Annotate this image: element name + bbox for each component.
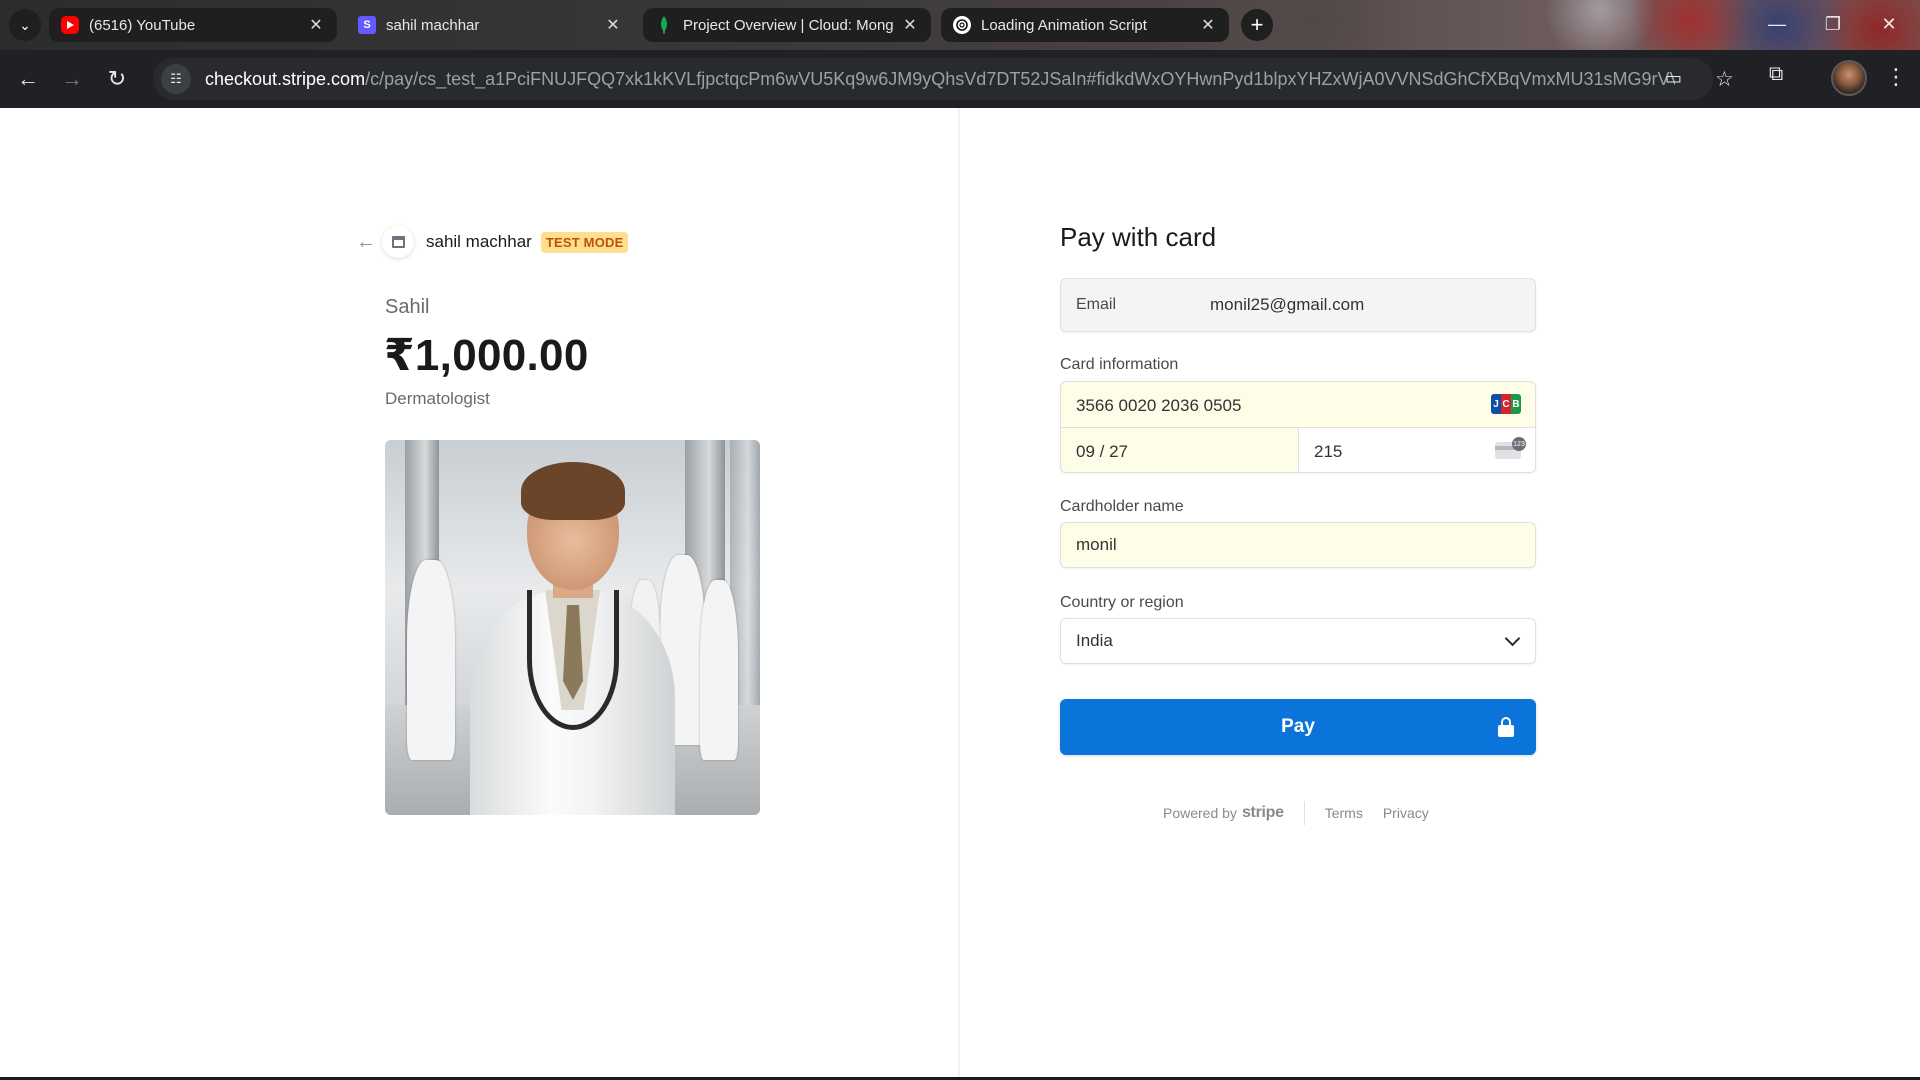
lock-icon (1498, 717, 1514, 737)
country-value: India (1076, 631, 1113, 650)
tab-chatgpt[interactable]: Loading Animation Script ✕ (941, 8, 1229, 42)
address-bar[interactable]: ☷ checkout.stripe.com/c/pay/cs_test_a1Pc… (153, 58, 1734, 100)
tab-title: sahil machhar (386, 16, 480, 34)
tab-stripe-checkout[interactable]: S sahil machhar ✕ (346, 8, 634, 42)
stripe-logo[interactable]: stripe (1242, 804, 1284, 822)
window-close-icon[interactable]: ✕ (1867, 8, 1911, 40)
mongodb-leaf-icon (655, 16, 673, 34)
pay-button-label: Pay (1281, 716, 1315, 737)
close-tab-icon[interactable]: ✕ (1199, 15, 1217, 35)
order-summary-pane: ← sahil machhar TEST MODE Sahil ₹1,000.0… (0, 108, 958, 1078)
jcb-card-brand-icon: JCB (1491, 394, 1521, 414)
url-host: checkout.stripe.com (205, 68, 366, 89)
extensions-puzzle-icon[interactable]: ⧉ (1769, 63, 1783, 86)
back-arrow-icon[interactable]: ← (356, 231, 382, 254)
product-image (385, 440, 760, 815)
url-path: /c/pay/cs_test_a1PciFNUJFQQ7xk1kKVLfjpct… (365, 68, 1675, 89)
youtube-icon (61, 16, 79, 34)
cvc-field[interactable]: 215 123 (1299, 428, 1535, 472)
restore-icon[interactable]: ❐ (1811, 8, 1855, 40)
product-price: ₹1,000.00 (384, 331, 589, 380)
card-autofill-icon[interactable]: ▭ (1665, 68, 1682, 89)
browser-toolbar: ← → ↻ ☷ checkout.stripe.com/c/pay/cs_tes… (0, 50, 1920, 108)
card-information-group: 3566 0020 2036 0505 JCB 09 / 27 215 123 (1060, 381, 1536, 473)
close-tab-icon[interactable]: ✕ (307, 15, 325, 35)
email-value: monil25@gmail.com (1210, 295, 1365, 314)
close-tab-icon[interactable]: ✕ (604, 15, 622, 35)
product-description: Dermatologist (385, 389, 490, 408)
merchant-name: sahil machhar (426, 232, 532, 251)
minimize-icon[interactable]: — (1755, 8, 1799, 40)
new-tab-plus-icon[interactable]: + (1241, 9, 1273, 41)
tab-mongodb[interactable]: Project Overview | Cloud: MongoDB Cloud … (643, 8, 931, 42)
tab-youtube[interactable]: (6516) YouTube ✕ (49, 8, 337, 42)
chatgpt-icon (953, 16, 971, 34)
back-arrow-icon[interactable]: ← (10, 61, 46, 97)
cvc-input[interactable]: 215 (1314, 442, 1342, 462)
site-info-tune-icon[interactable]: ☷ (161, 64, 191, 94)
card-information-label: Card information (1060, 356, 1179, 373)
pay-button[interactable]: Pay (1060, 699, 1536, 755)
checkout-page: ← sahil machhar TEST MODE Sahil ₹1,000.0… (0, 108, 1920, 1078)
tab-title: Loading Animation Script (981, 16, 1147, 34)
test-mode-badge: TEST MODE (540, 231, 629, 253)
chevron-down-icon (1503, 631, 1521, 649)
close-tab-icon[interactable]: ✕ (901, 15, 919, 35)
tab-search-chevron-icon[interactable]: ⌄ (9, 9, 41, 41)
product-name: Sahil (385, 296, 430, 318)
email-label: Email (1076, 296, 1117, 313)
stripe-icon: S (358, 16, 376, 34)
privacy-link[interactable]: Privacy (1383, 805, 1429, 821)
store-icon (382, 226, 414, 258)
country-label: Country or region (1060, 594, 1184, 611)
terms-link[interactable]: Terms (1325, 805, 1363, 821)
url-text[interactable]: checkout.stripe.com/c/pay/cs_test_a1PciF… (205, 69, 1675, 90)
tab-title: (6516) YouTube (89, 16, 196, 34)
payment-form-title: Pay with card (1060, 222, 1217, 252)
tab-title: Project Overview | Cloud: MongoDB Cloud (683, 16, 893, 34)
merchant-header: ← sahil machhar TEST MODE (356, 226, 629, 258)
browser-menu-kebab-icon[interactable]: ⋮ (1885, 64, 1907, 90)
cvc-card-icon: 123 (1495, 437, 1526, 459)
bookmark-star-icon[interactable]: ☆ (1715, 67, 1734, 92)
browser-tab-strip: ⌄ (6516) YouTube ✕ S sahil machhar ✕ Pro… (0, 0, 1920, 50)
profile-avatar[interactable] (1831, 60, 1867, 96)
forward-arrow-icon[interactable]: → (54, 61, 90, 97)
card-number-input[interactable]: 3566 0020 2036 0505 (1076, 396, 1241, 416)
card-expiry-input[interactable]: 09 / 27 (1076, 442, 1128, 462)
cardholder-name-label: Cardholder name (1060, 498, 1184, 515)
payment-pane (960, 108, 1920, 1078)
powered-by-text: Powered by (1163, 805, 1237, 821)
reload-icon[interactable]: ↻ (99, 61, 135, 97)
email-field[interactable]: Email monil25@gmail.com (1060, 278, 1536, 332)
country-select[interactable]: India (1060, 618, 1536, 664)
checkout-footer: Powered by stripe Terms Privacy (1163, 800, 1449, 826)
cardholder-name-input[interactable]: monil (1060, 522, 1536, 568)
